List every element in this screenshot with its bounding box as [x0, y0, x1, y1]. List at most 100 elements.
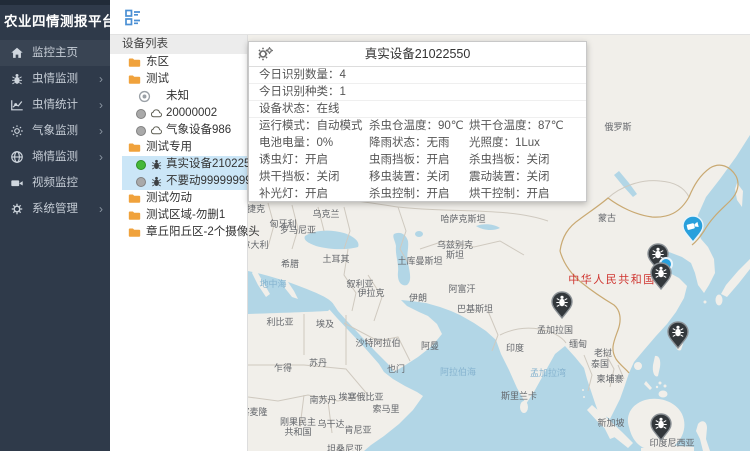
popup-stat-row: 设备状态：在线 [249, 101, 586, 118]
folder-icon [128, 73, 141, 86]
popup-grid-cell: 烘干控制：开启 [469, 186, 550, 203]
folder-label: 测试区域-勿删1 [146, 207, 225, 224]
chevron-right-icon: › [99, 92, 103, 118]
popup-grid-cell: 诱虫灯：开启 [259, 152, 328, 169]
tree-folder-row[interactable]: 测试专用 [110, 139, 247, 156]
tree-folder-row[interactable]: 测试 [110, 71, 247, 88]
status-dot-online [136, 160, 146, 170]
folder-icon [128, 56, 141, 69]
popup-grid-row: 补光灯：开启杀虫控制：开启烘干控制：开启 [249, 186, 586, 203]
tree-folder-row[interactable]: 章丘阳丘区-2个摄像头 [110, 224, 247, 241]
popup-grid-cell: 降雨状态：无雨 [369, 135, 450, 152]
tree-folder-row[interactable]: 测试区域-勿删1 [110, 207, 247, 224]
folder-label: 测试 [146, 71, 169, 88]
sidebar: 农业四情测报平台 监控主页虫情监测 › 虫情统计 › 气象监测 › 墒情监测 › 视频监控系统管… [0, 0, 110, 451]
weather-device-icon [150, 107, 163, 120]
folder-label: 测试专用 [146, 139, 192, 156]
insect-device-marker-pin[interactable] [551, 291, 573, 319]
status-dot-offline [136, 109, 146, 119]
chevron-right-icon: › [99, 66, 103, 92]
insect-device-icon [150, 158, 163, 171]
tree-device-row[interactable]: 不要动99999999 [110, 173, 247, 190]
popup-grid-cell: 杀虫仓温度：90℃ [369, 118, 464, 135]
status-dot-offline [136, 126, 146, 136]
popup-stat-row: 今日识别数量：4 [249, 67, 586, 84]
tree-device-row[interactable]: 气象设备986 [110, 122, 247, 139]
sidebar-item-label: 系统管理 [32, 196, 78, 222]
aral-sea [415, 231, 423, 237]
popup-stats: 今日识别数量：4今日识别种类：1设备状态：在线 [249, 67, 586, 118]
popup-grid-cell: 电池电量：0% [259, 135, 333, 152]
popup-title: 真实设备21022550 [249, 42, 586, 67]
folder-label: 东区 [146, 54, 169, 71]
sidebar-item-label: 虫情统计 [32, 92, 78, 118]
insect-device-marker-pin[interactable] [650, 413, 672, 441]
insect-device-marker-pin[interactable] [650, 262, 672, 290]
popup-grid-cell: 烘干挡板：关闭 [259, 169, 340, 186]
device-tree: 东区测试未知20000002气象设备986测试专用真实设备21022550不要动… [110, 54, 247, 241]
gear-icon [10, 202, 24, 216]
sidebar-item-monitor-home[interactable]: 监控主页 [0, 40, 110, 66]
sidebar-item-label: 监控主页 [32, 40, 78, 66]
popup-grid-cell: 运行模式：自动模式 [259, 118, 363, 135]
popup-header: 真实设备21022550 [249, 42, 586, 67]
folder-label: 测试勿动 [146, 190, 192, 207]
folder-icon [128, 192, 141, 205]
radio-icon [138, 90, 151, 103]
popup-grid-row: 诱虫灯：开启 虫雨挡板：开启 杀虫挡板：关闭 [249, 152, 586, 169]
popup-grid: 运行模式：自动模式杀虫仓温度：90℃ 烘干仓温度：87℃ 电池电量：0% 降雨状态：无… [249, 118, 586, 203]
chevron-right-icon: › [99, 118, 103, 144]
sidebar-item-weather-monitor[interactable]: 气象监测 › [0, 118, 110, 144]
popup-grid-row: 烘干挡板：关闭 移虫装置：关闭 震动装置：关闭 [249, 169, 586, 186]
popup-grid-cell: 补光灯：开启 [259, 186, 328, 203]
sidebar-item-label: 虫情监测 [32, 66, 78, 92]
home-icon [10, 46, 24, 60]
device-list-panel: 设备列表 东区测试未知20000002气象设备986测试专用真实设备210225… [110, 35, 248, 451]
sidebar-item-soil-monitor[interactable]: 墒情监测 › [0, 144, 110, 170]
device-label: 未知 [166, 88, 189, 105]
insect-device-marker-pin[interactable] [667, 321, 689, 349]
chart-icon [10, 98, 24, 112]
popup-grid-cell: 移虫装置：关闭 [369, 169, 450, 186]
sidebar-item-video-monitor[interactable]: 视频监控 [0, 170, 110, 196]
device-label: 20000002 [166, 105, 217, 122]
status-dot-offline [136, 177, 146, 187]
sidebar-item-system-admin[interactable]: 系统管理 › [0, 196, 110, 222]
folder-icon [128, 141, 141, 154]
bug-icon [10, 72, 24, 86]
sidebar-item-label: 墒情监测 [32, 144, 78, 170]
tree-folder-row[interactable]: 测试勿动 [110, 190, 247, 207]
sidebar-item-label: 视频监控 [32, 170, 78, 196]
tree-view-icon[interactable] [124, 8, 142, 26]
tree-folder-row[interactable]: 东区 [110, 54, 247, 71]
tree-device-row[interactable]: 未知 [110, 88, 247, 105]
sidebar-menu: 监控主页虫情监测 › 虫情统计 › 气象监测 › 墒情监测 › 视频监控系统管理 › [0, 40, 110, 222]
popup-stat-row: 今日识别种类：1 [249, 84, 586, 101]
sidebar-item-label: 气象监测 [32, 118, 78, 144]
device-label: 气象设备986 [166, 122, 231, 139]
popup-grid-cell: 杀虫挡板：关闭 [469, 152, 550, 169]
popup-grid-row: 电池电量：0% 降雨状态：无雨 光照度：1Lux [249, 135, 586, 152]
folder-icon [128, 209, 141, 222]
weather-icon [10, 124, 24, 138]
chevron-right-icon: › [99, 196, 103, 222]
popup-grid-cell: 光照度：1Lux [469, 135, 540, 152]
popup-grid-cell: 烘干仓温度：87℃ [469, 118, 564, 135]
camera-device-marker-pin[interactable] [682, 215, 704, 243]
app-title: 农业四情测报平台 [0, 5, 110, 38]
sidebar-item-insect-stats[interactable]: 虫情统计 › [0, 92, 110, 118]
popup-grid-cell: 震动装置：关闭 [469, 169, 550, 186]
popup-grid-cell: 虫雨挡板：开启 [369, 152, 450, 169]
settings-gears-icon[interactable] [257, 46, 273, 62]
chevron-right-icon: › [99, 144, 103, 170]
tree-device-row[interactable]: 20000002 [110, 105, 247, 122]
folder-icon [128, 226, 141, 239]
topbar [110, 0, 750, 35]
weather-device-icon [150, 124, 163, 137]
sidebar-item-insect-monitor[interactable]: 虫情监测 › [0, 66, 110, 92]
tree-device-row[interactable]: 真实设备21022550 [110, 156, 247, 173]
insect-device-icon [150, 175, 163, 188]
folder-label: 章丘阳丘区-2个摄像头 [146, 224, 260, 241]
video-icon [10, 176, 24, 190]
device-info-popup: 真实设备21022550 今日识别数量：4今日识别种类：1设备状态：在线 运行模… [248, 41, 587, 202]
